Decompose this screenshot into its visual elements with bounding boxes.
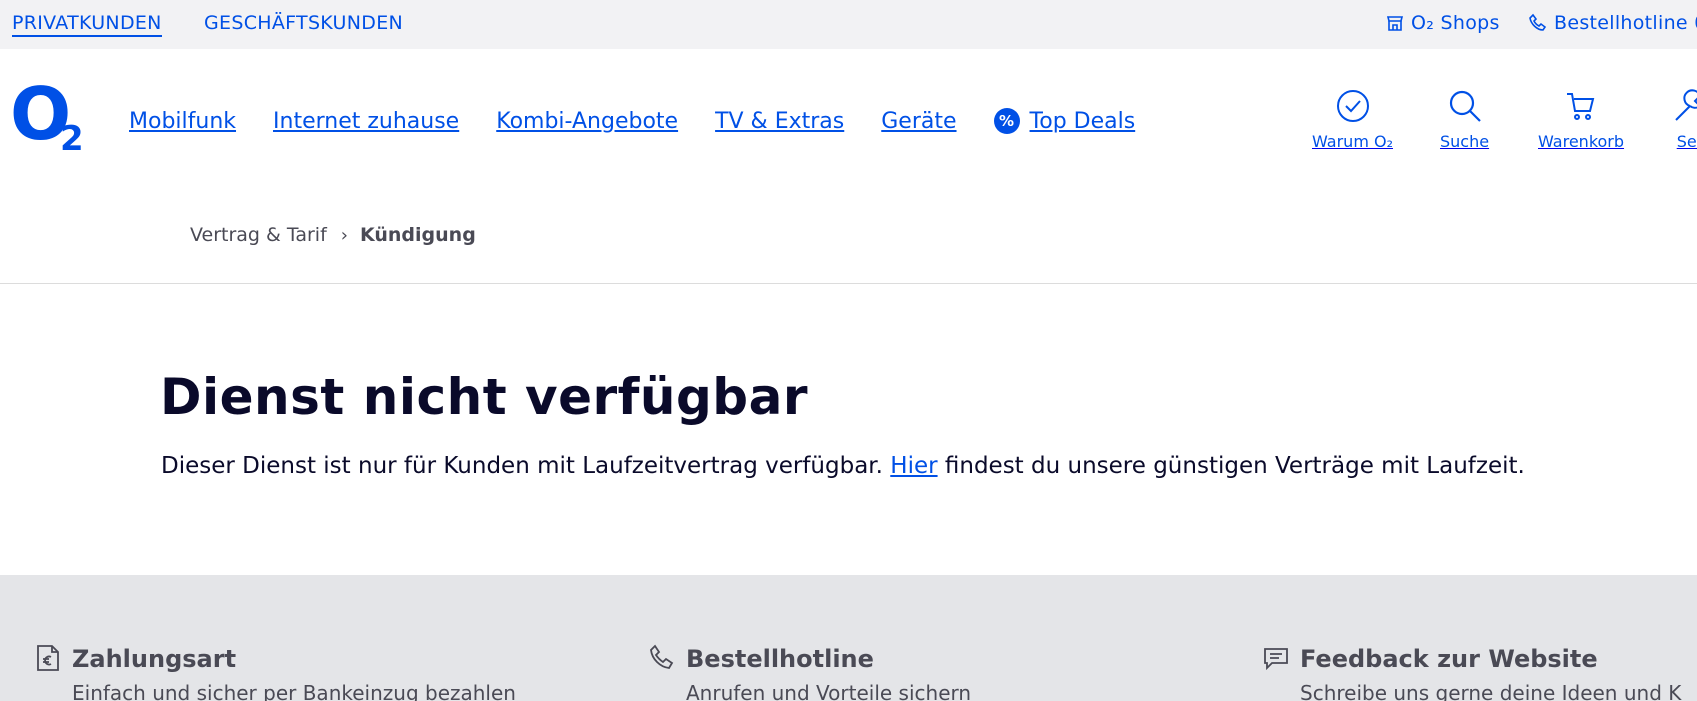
nav-warenkorb-label: Warenkorb <box>1538 132 1625 151</box>
message-text-before: Dieser Dienst ist nur für Kunden mit Lau… <box>161 453 891 479</box>
footer-features: Zahlungsart Einfach und sicher per Banke… <box>0 575 1697 701</box>
search-icon <box>1447 88 1483 124</box>
o2-logo[interactable]: O 2 <box>10 78 90 160</box>
nav-mobilfunk[interactable]: Mobilfunk <box>129 108 236 134</box>
message-text-after: findest du unsere günstigen Verträge mit… <box>937 453 1525 479</box>
nav-service-label: Ser <box>1676 132 1697 151</box>
nav-service[interactable]: Ser <box>1672 88 1697 151</box>
nav-suche[interactable]: Suche <box>1440 88 1489 151</box>
top-utility-bar: PRIVATKUNDEN GESCHÄFTSKUNDEN O₂ Shops Be… <box>0 0 1697 49</box>
feature-subtitle: Schreibe uns gerne deine Ideen und K <box>1300 681 1682 701</box>
nav-warum-o2-label: Warum O₂ <box>1312 132 1393 151</box>
check-circle-icon <box>1335 88 1371 124</box>
page-title: Dienst nicht verfügbar <box>160 368 808 426</box>
feature-subtitle: Einfach und sicher per Bankeinzug bezahl… <box>72 681 516 701</box>
feature-title: Bestellhotline <box>686 645 874 673</box>
hier-link[interactable]: Hier <box>890 453 937 479</box>
phone-icon <box>648 643 676 673</box>
breadcrumb: Vertrag & Tarif › Kündigung <box>190 224 476 246</box>
nav-warenkorb[interactable]: Warenkorb <box>1538 88 1624 151</box>
cart-icon <box>1563 88 1599 124</box>
nav-internet-zuhause[interactable]: Internet zuhause <box>273 108 459 134</box>
wrench-icon <box>1672 88 1697 124</box>
nav-warum-o2[interactable]: Warum O₂ <box>1312 88 1393 151</box>
page-message: Dieser Dienst ist nur für Kunden mit Lau… <box>161 453 1525 479</box>
phone-icon <box>1528 13 1548 33</box>
chat-bubble-icon <box>1262 643 1290 673</box>
nav-suche-label: Suche <box>1440 132 1490 151</box>
feature-title: Feedback zur Website <box>1300 645 1598 673</box>
bestellhotline-label: Bestellhotline 0 <box>1554 12 1697 34</box>
main-navigation: Mobilfunk Internet zuhause Kombi-Angebot… <box>129 108 1135 134</box>
o2-shops-label: O₂ Shops <box>1411 12 1500 34</box>
percent-icon: % <box>993 108 1020 134</box>
nav-tv-extras[interactable]: TV & Extras <box>715 108 844 134</box>
nav-kombi-angebote[interactable]: Kombi-Angebote <box>496 108 678 134</box>
icon-navigation: Warum O₂ Suche Warenkorb Ser <box>1300 88 1697 168</box>
nav-top-deals[interactable]: % Top Deals <box>993 108 1136 134</box>
chevron-right-icon: › <box>340 224 348 246</box>
feature-title: Zahlungsart <box>72 645 237 673</box>
logo-subscript: 2 <box>60 119 84 159</box>
bestellhotline-link[interactable]: Bestellhotline 0 <box>1528 12 1697 34</box>
euro-document-icon <box>34 643 62 673</box>
feature-subtitle: Anrufen und Vorteile sichern <box>686 681 972 701</box>
o2-shops-link[interactable]: O₂ Shops <box>1385 12 1500 34</box>
segment-privatkunden[interactable]: PRIVATKUNDEN <box>12 12 162 37</box>
nav-geraete[interactable]: Geräte <box>881 108 956 134</box>
header-divider <box>0 283 1697 284</box>
breadcrumb-current: Kündigung <box>359 224 476 246</box>
segment-geschaeftskunden[interactable]: GESCHÄFTSKUNDEN <box>204 12 403 34</box>
breadcrumb-vertrag-tarif[interactable]: Vertrag & Tarif <box>190 224 327 246</box>
store-icon <box>1385 13 1405 33</box>
nav-top-deals-label: Top Deals <box>1029 108 1136 134</box>
